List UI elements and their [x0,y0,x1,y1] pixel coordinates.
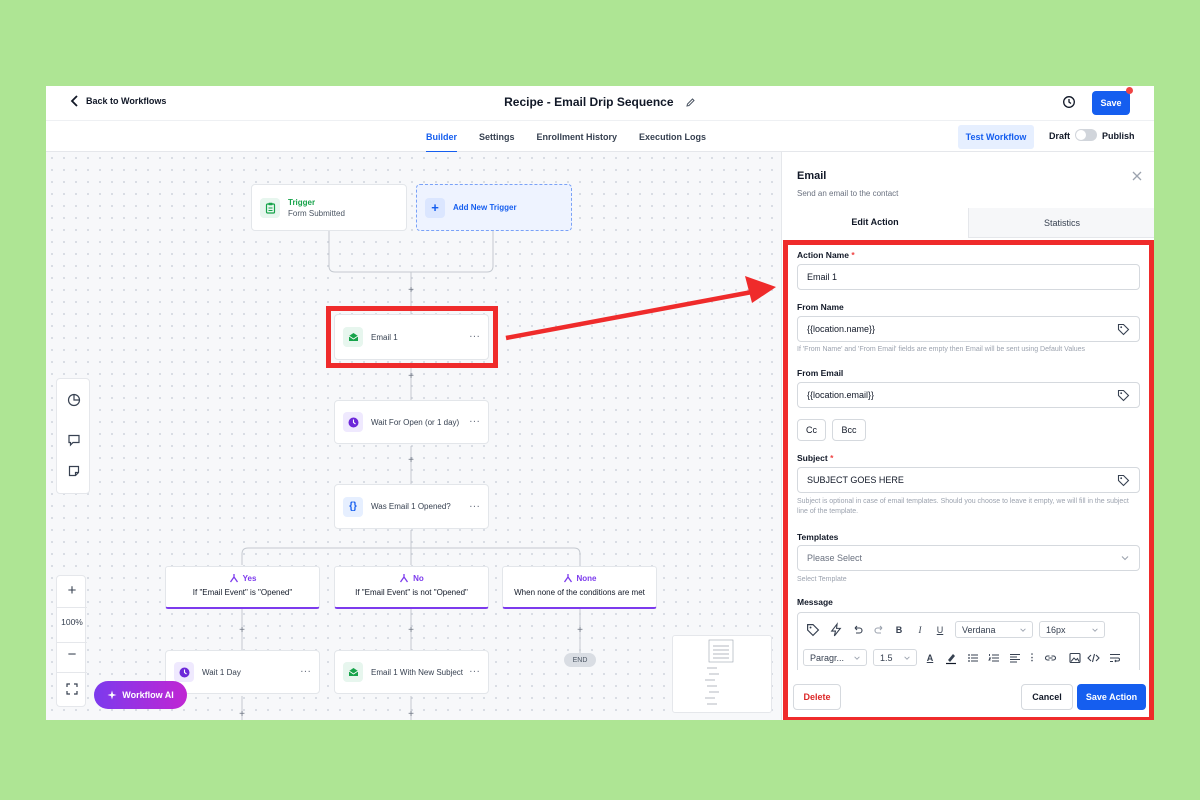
top-bar: Back to Workflows Recipe - Email Drip Se… [46,86,1154,120]
wait-for-open-node[interactable]: Wait For Open (or 1 day) ··· [334,400,489,444]
zoom-out-button[interactable]: − [57,646,87,663]
branch-no[interactable]: No If "Email Event" is not "Opened" [334,566,489,609]
more-options-icon[interactable]: ··· [300,665,311,677]
branch-no-header: No [335,573,488,583]
condition-node[interactable]: {} Was Email 1 Opened? ··· [334,484,489,529]
sub-navigation: Builder Settings Enrollment History Exec… [46,120,1154,153]
add-step-plus[interactable]: + [237,710,247,720]
close-icon[interactable] [1131,170,1143,182]
zoom-controls: + 100% − [56,575,87,707]
branch-none-label: None [576,573,597,583]
tab-edit-action[interactable]: Edit Action [782,208,968,238]
trigger-event: Form Submitted [288,208,345,218]
workflow-builder-window: Back to Workflows Recipe - Email Drip Se… [46,86,1154,720]
add-step-plus[interactable]: + [575,626,585,636]
branch-yes[interactable]: Yes If "Email Event" is "Opened" [165,566,320,609]
branch-yes-header: Yes [166,573,319,583]
workflow-ai-label: Workflow AI [122,690,174,700]
highlight-box-form [783,240,1154,720]
pencil-icon[interactable] [685,97,696,108]
pie-chart-icon[interactable] [67,393,81,407]
zoom-in-button[interactable]: + [57,582,87,599]
workflow-canvas[interactable]: Trigger Form Submitted + Add New Trigger… [46,152,781,720]
branch-none-header: None [503,573,656,583]
builder-tabs: Builder Settings Enrollment History Exec… [426,121,706,153]
email-new-subject-node[interactable]: Email 1 With New Subject ··· [334,650,489,694]
email-new-subject-label: Email 1 With New Subject [371,667,464,677]
publish-label: Publish [1102,131,1135,141]
condition-label: Was Email 1 Opened? [371,502,451,511]
more-options-icon[interactable]: ··· [469,415,480,427]
save-button[interactable]: Save [1092,91,1130,115]
zoom-level: 100% [61,617,83,627]
end-marker: END [564,653,596,667]
fit-screen-icon[interactable] [66,683,78,695]
sticky-note-icon[interactable] [67,464,81,478]
add-trigger-label: Add New Trigger [453,203,517,212]
branch-icon [229,574,238,583]
workflow-ai-button[interactable]: Workflow AI [94,681,187,709]
draft-label: Draft [1049,131,1071,141]
tab-enrollment-history[interactable]: Enrollment History [537,121,618,153]
tab-statistics[interactable]: Statistics [968,208,1154,238]
plus-icon: + [425,197,445,218]
clock-icon [174,662,194,682]
divider [57,672,87,673]
wait-for-open-label: Wait For Open (or 1 day) [371,417,460,427]
panel-subtitle: Send an email to the contact [797,189,899,198]
trigger-label: Trigger [288,197,316,207]
add-step-plus[interactable]: + [406,372,416,382]
panel-title: Email [797,170,827,182]
envelope-icon [343,662,363,682]
trigger-node[interactable]: Trigger Form Submitted [251,184,407,231]
workflow-title: Recipe - Email Drip Sequence [46,95,1154,109]
divider [57,607,87,608]
wait-1-day-node[interactable]: Wait 1 Day ··· [165,650,320,694]
email-action-panel: Email Send an email to the contact Edit … [781,152,1154,720]
clipboard-icon [260,197,280,218]
sparkle-icon [107,690,117,700]
canvas-minimap[interactable] [672,635,772,713]
add-step-plus[interactable]: + [237,626,247,636]
publish-toggle[interactable] [1075,129,1097,141]
unsaved-indicator-dot [1126,87,1133,94]
branch-no-condition: If "Email Event" is not "Opened" [355,588,468,597]
canvas-left-toolbar [56,378,90,494]
comment-icon[interactable] [67,433,81,447]
branch-no-label: No [413,573,424,583]
highlight-box-email-node [326,306,498,368]
branch-yes-condition: If "Email Event" is "Opened" [192,588,293,597]
workflow-title-text: Recipe - Email Drip Sequence [504,95,674,109]
wait-1-day-label: Wait 1 Day [202,667,241,677]
more-options-icon[interactable]: ··· [469,665,480,677]
tab-settings[interactable]: Settings [479,121,515,153]
test-workflow-button[interactable]: Test Workflow [958,125,1034,149]
tab-execution-logs[interactable]: Execution Logs [639,121,706,153]
branch-none-condition: When none of the conditions are met [514,588,645,597]
clock-icon [343,412,363,432]
branch-icon [563,574,572,583]
add-step-plus[interactable]: + [406,710,416,720]
history-icon[interactable] [1062,95,1076,109]
branch-icon [400,574,409,583]
minimap-preview [705,639,734,705]
add-new-trigger-button[interactable]: + Add New Trigger [416,184,572,231]
add-step-plus[interactable]: + [406,626,416,636]
add-step-plus[interactable]: + [406,456,416,466]
branch-none[interactable]: None When none of the conditions are met [502,566,657,609]
more-options-icon[interactable]: ··· [469,500,480,512]
braces-icon: {} [343,496,363,517]
panel-tabs: Edit Action Statistics [782,208,1154,238]
add-step-plus[interactable]: + [406,286,416,296]
divider [57,642,87,643]
tab-builder[interactable]: Builder [426,121,458,153]
branch-yes-label: Yes [242,573,257,583]
